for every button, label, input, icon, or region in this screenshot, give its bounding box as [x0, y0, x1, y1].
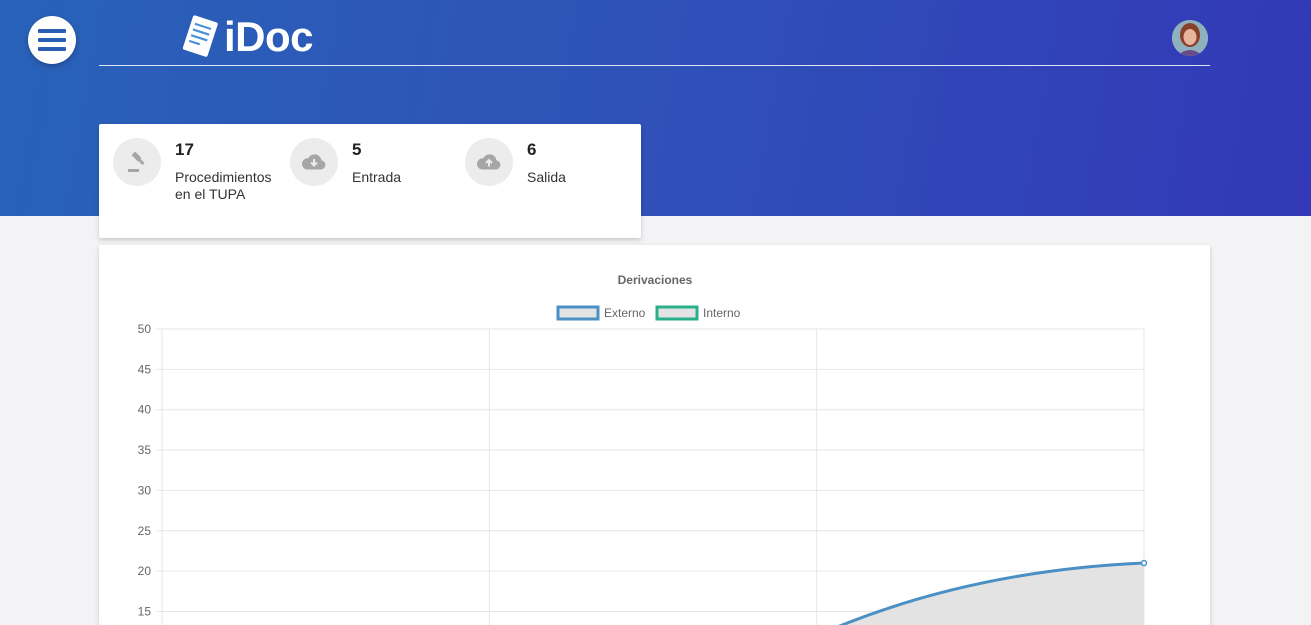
stats-card: 17 Procedimientos en el TUPA 5 Entrada 6… — [99, 124, 641, 238]
menu-button[interactable] — [28, 16, 76, 64]
y-tick-label: 45 — [138, 362, 152, 376]
legend-swatch-externo — [556, 305, 600, 321]
stat-label-line-1: Procedimientos — [175, 169, 272, 185]
hamburger-menu-icon-bar-2 — [38, 38, 66, 42]
derivaciones-chart: Derivaciones Externo Interno 50 45 40 35 30 25 20… — [138, 273, 1148, 625]
hamburger-menu-icon-bar-1 — [38, 29, 66, 33]
cloud-upload-icon — [465, 138, 513, 186]
gavel-icon — [113, 138, 161, 186]
y-tick-label: 25 — [138, 524, 152, 538]
y-tick-label: 35 — [138, 443, 152, 457]
stat-label: Entrada — [352, 169, 402, 185]
legend-label-externo: Externo — [604, 306, 646, 320]
data-point-externo — [1140, 559, 1148, 567]
y-tick-label: 40 — [138, 403, 152, 417]
document-icon — [182, 15, 218, 57]
app-logo[interactable]: iDoc — [180, 13, 314, 60]
app-name: iDoc — [224, 13, 314, 60]
stat-label: Procedimientos en el TUPA — [175, 169, 272, 203]
stat-value: 6 — [527, 140, 537, 159]
stat-value: 17 — [175, 140, 194, 159]
y-tick-label: 20 — [138, 564, 152, 578]
chart-title: Derivaciones — [618, 273, 693, 287]
stat-label-line-2: en el TUPA — [175, 186, 246, 202]
legend-swatch-interno — [655, 305, 699, 321]
y-tick-label: 50 — [138, 322, 152, 336]
header-divider — [99, 65, 1210, 66]
stat-value: 5 — [352, 140, 362, 159]
y-tick-label: 15 — [138, 604, 152, 618]
chart-card: Derivaciones Externo Interno 50 45 40 35 30 25 20… — [99, 245, 1210, 625]
avatar-icon — [1172, 20, 1208, 56]
cloud-download-icon — [290, 138, 338, 186]
legend-label-interno: Interno — [703, 306, 741, 320]
hamburger-menu-icon-bar-3 — [38, 47, 66, 51]
stat-label: Salida — [527, 169, 566, 185]
y-tick-label: 30 — [138, 483, 152, 497]
user-avatar[interactable] — [1172, 20, 1208, 56]
